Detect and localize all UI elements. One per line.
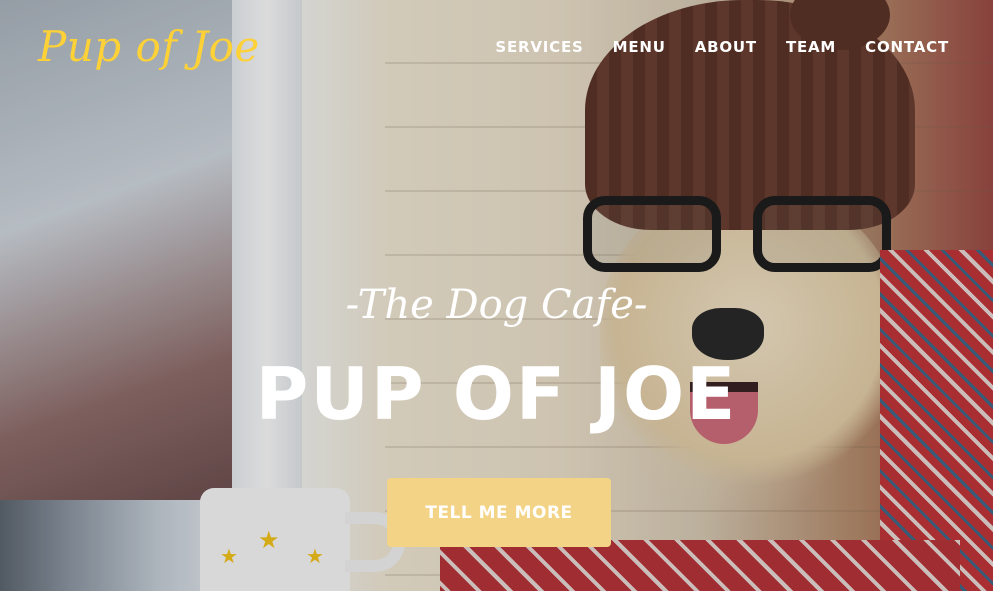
nav-link-services[interactable]: SERVICES	[495, 38, 583, 56]
nav-item-services: SERVICES	[495, 38, 583, 57]
nav-item-menu: MENU	[613, 38, 666, 57]
hero-section: ★ ★ ★ Pup of Joe SERVICES MENU ABOUT TEA…	[0, 0, 993, 591]
nav-item-contact: CONTACT	[865, 38, 949, 57]
hero-heading: PUP OF JOE	[255, 352, 738, 436]
nav-link-team[interactable]: TEAM	[786, 38, 836, 56]
tell-me-more-button[interactable]: TELL ME MORE	[387, 478, 611, 547]
brand-logo[interactable]: Pup of Joe	[38, 22, 260, 71]
nav-link-menu[interactable]: MENU	[613, 38, 666, 56]
main-nav: SERVICES MENU ABOUT TEAM CONTACT	[495, 38, 949, 57]
nav-link-about[interactable]: ABOUT	[695, 38, 757, 56]
nav-item-team: TEAM	[786, 38, 836, 57]
nav-item-about: ABOUT	[695, 38, 757, 57]
nav-link-contact[interactable]: CONTACT	[865, 38, 949, 56]
hero-subheading: -The Dog Cafe-	[345, 282, 648, 328]
